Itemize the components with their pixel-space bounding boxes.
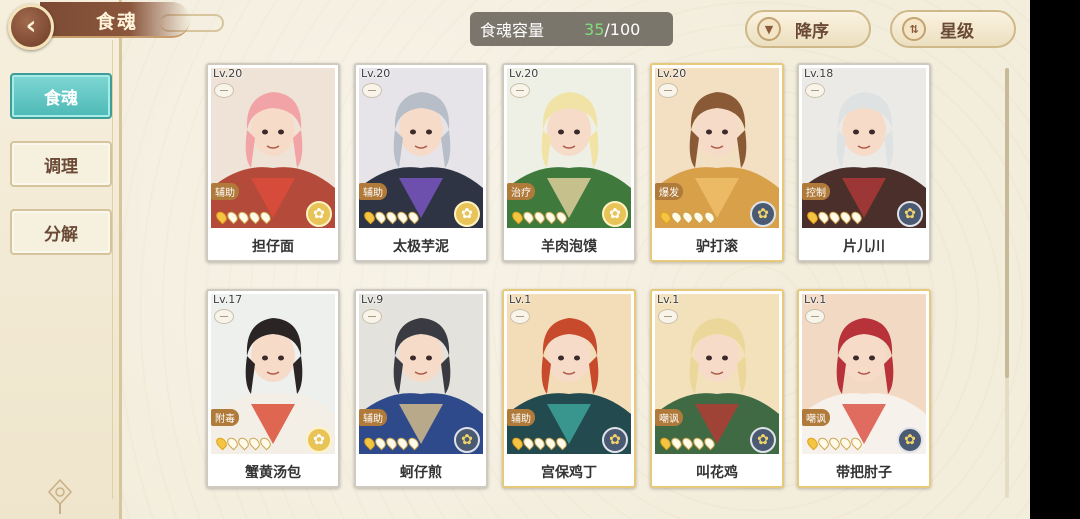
character-card[interactable]: Lv.9 辅助 ✿ 蚵仔煎 <box>354 289 488 488</box>
star-level-filter-button[interactable]: ⇅ 星级 <box>890 10 1016 48</box>
tab-label: 调理 <box>44 156 78 177</box>
character-name: 蟹黄汤包 <box>245 465 301 481</box>
card-level: Lv.17 <box>213 293 243 306</box>
chat-bubble-icon <box>658 309 678 324</box>
character-name: 羊肉泡馍 <box>541 239 597 255</box>
flower-emblem-icon: ✿ <box>454 427 480 453</box>
sort-label: 降序 <box>795 21 829 42</box>
capacity-current: 35 <box>584 19 605 39</box>
star-rating <box>510 209 569 225</box>
card-level: Lv.20 <box>509 67 539 80</box>
back-button[interactable]: ‹ <box>8 4 54 50</box>
star-rating <box>214 435 273 451</box>
character-card[interactable]: Lv.20 爆发 ✿ 驴打滚 <box>650 63 784 262</box>
chat-bubble-icon <box>214 83 234 98</box>
star-rating <box>362 435 421 451</box>
tab-shihun[interactable]: 食魂 <box>10 73 112 119</box>
star-rating <box>805 209 864 225</box>
role-tag: 辅助 <box>359 183 387 200</box>
card-level: Lv.20 <box>361 67 391 80</box>
role-tag: 辅助 <box>507 409 535 426</box>
character-name: 叫花鸡 <box>696 465 738 481</box>
chat-bubble-icon <box>510 309 530 324</box>
chat-bubble-icon <box>362 83 382 98</box>
chat-bubble-icon <box>510 83 530 98</box>
character-name: 宫保鸡丁 <box>541 465 597 481</box>
character-card[interactable]: Lv.20 辅助 ✿ 太极芋泥 <box>354 63 488 262</box>
star-rating <box>805 435 864 451</box>
chat-bubble-icon <box>805 309 825 324</box>
role-tag: 爆发 <box>655 183 683 200</box>
flower-emblem-icon: ✿ <box>897 427 923 453</box>
flower-emblem-icon: ✿ <box>602 201 628 227</box>
star-rating <box>510 435 569 451</box>
sort-desc-button[interactable]: ▼ 降序 <box>745 10 871 48</box>
role-tag: 治疗 <box>507 183 535 200</box>
chat-bubble-icon <box>805 83 825 98</box>
card-level: Lv.9 <box>361 293 384 306</box>
role-tag: 嘲讽 <box>802 409 830 426</box>
triangle-down-icon: ▼ <box>757 17 781 41</box>
card-level: Lv.1 <box>509 293 532 306</box>
flower-emblem-icon: ✿ <box>750 201 776 227</box>
capacity-max: /100 <box>604 19 641 39</box>
flower-emblem-icon: ✿ <box>750 427 776 453</box>
flower-emblem-icon: ✿ <box>454 201 480 227</box>
star-rating <box>214 209 273 225</box>
role-tag: 辅助 <box>359 409 387 426</box>
character-name: 带把肘子 <box>836 465 892 481</box>
character-name: 片儿川 <box>843 239 885 255</box>
card-level: Lv.20 <box>657 67 687 80</box>
card-level: Lv.18 <box>804 67 834 80</box>
character-card[interactable]: Lv.18 控制 ✿ 片儿川 <box>797 63 931 262</box>
back-arrow-icon: ‹ <box>25 10 37 41</box>
card-level: Lv.1 <box>804 293 827 306</box>
role-tag: 嘲讽 <box>655 409 683 426</box>
game-screen: ‹ 食魂 食魂 调理 分解 食魂容量 35 /100 ▼ 降序 ⇅ 星级 Lv.… <box>0 0 1030 519</box>
tab-label: 分解 <box>44 224 78 245</box>
role-tag: 附毒 <box>211 409 239 426</box>
character-name: 蚵仔煎 <box>400 465 442 481</box>
star-rating <box>658 435 717 451</box>
tab-fenjie[interactable]: 分解 <box>10 209 112 255</box>
star-rating <box>362 209 421 225</box>
tab-tiaoli[interactable]: 调理 <box>10 141 112 187</box>
character-name: 太极芋泥 <box>393 239 449 255</box>
flower-emblem-icon: ✿ <box>306 201 332 227</box>
role-tag: 辅助 <box>211 183 239 200</box>
capacity-display: 食魂容量 35 /100 <box>470 12 673 46</box>
card-level: Lv.20 <box>213 67 243 80</box>
capacity-label: 食魂容量 <box>480 21 545 40</box>
star-rating <box>658 209 717 225</box>
character-card[interactable]: Lv.17 附毒 ✿ 蟹黄汤包 <box>206 289 340 488</box>
character-card[interactable]: Lv.1 嘲讽 ✿ 叫花鸡 <box>650 289 784 488</box>
character-card[interactable]: Lv.20 辅助 ✿ 担仔面 <box>206 63 340 262</box>
card-level: Lv.1 <box>657 293 680 306</box>
tassel-ornament-icon <box>47 478 73 514</box>
flower-emblem-icon: ✿ <box>602 427 628 453</box>
filter-label: 星级 <box>940 21 974 42</box>
character-name: 驴打滚 <box>696 239 738 255</box>
swap-arrows-icon: ⇅ <box>902 17 926 41</box>
tab-label: 食魂 <box>44 88 78 109</box>
character-card[interactable]: Lv.20 治疗 ✿ 羊肉泡馍 <box>502 63 636 262</box>
chat-bubble-icon <box>658 83 678 98</box>
character-card[interactable]: Lv.1 辅助 ✿ 宫保鸡丁 <box>502 289 636 488</box>
flower-emblem-icon: ✿ <box>306 427 332 453</box>
character-name: 担仔面 <box>252 239 294 255</box>
role-tag: 控制 <box>802 183 830 200</box>
flower-emblem-icon: ✿ <box>897 201 923 227</box>
screen-edge <box>1030 0 1080 519</box>
scrollbar-thumb[interactable] <box>1005 68 1009 378</box>
chat-bubble-icon <box>214 309 234 324</box>
character-card[interactable]: Lv.1 嘲讽 ✿ 带把肘子 <box>797 289 931 488</box>
page-title: 食魂 <box>96 11 139 33</box>
chat-bubble-icon <box>362 309 382 324</box>
